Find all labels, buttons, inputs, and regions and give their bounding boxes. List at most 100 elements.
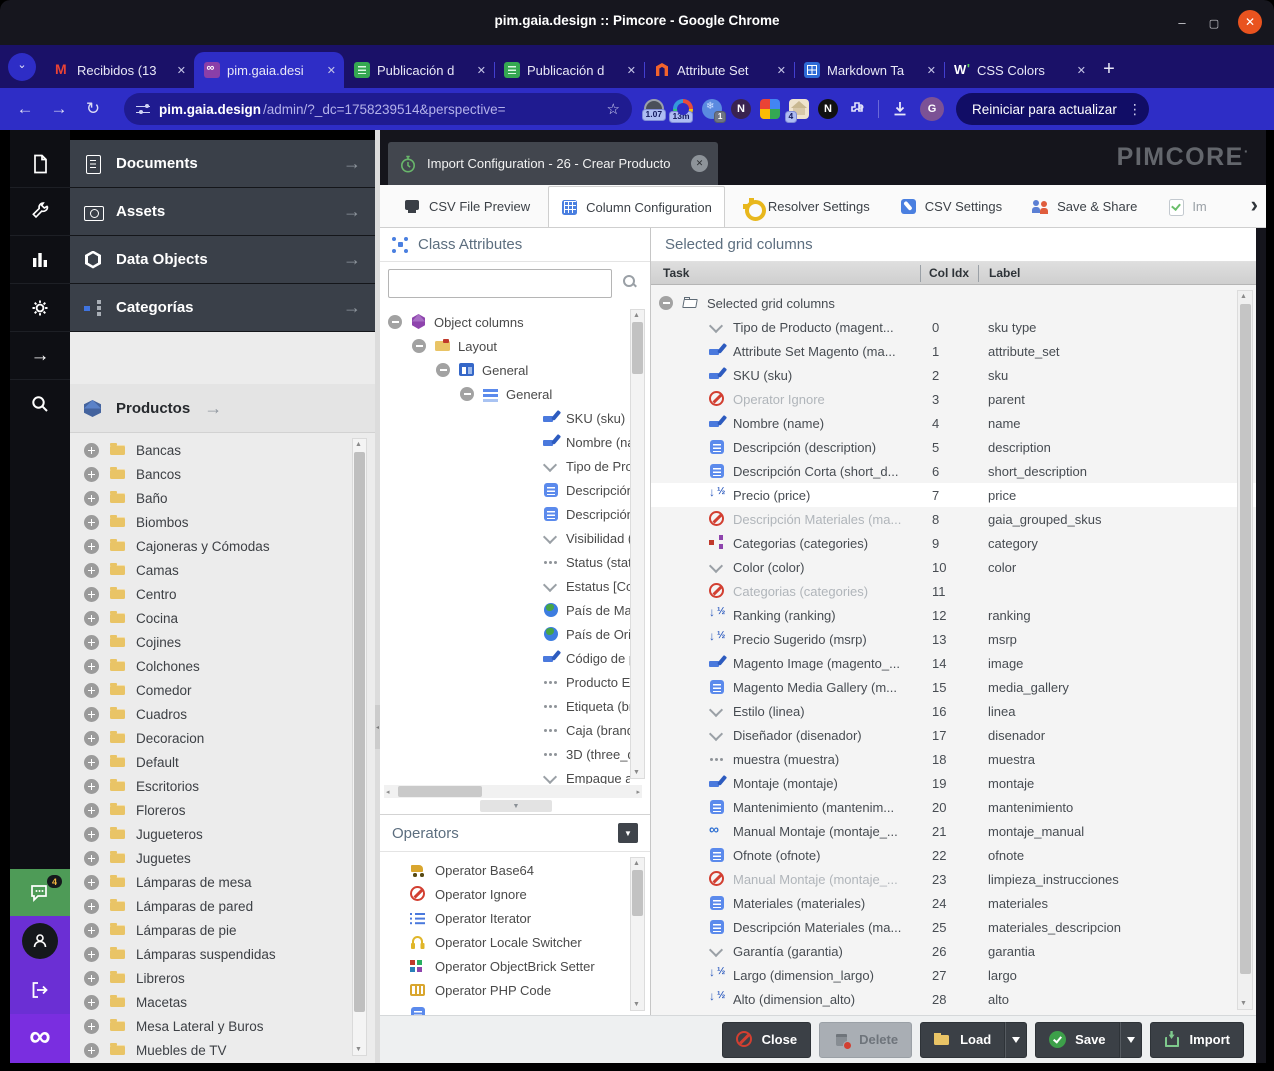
collapse-minus-icon[interactable] (520, 602, 537, 618)
folder-tree-item[interactable]: Juguetes (70, 846, 375, 870)
folder-tree-item[interactable]: Organizadores y Limpieza (70, 1062, 375, 1063)
folder-tree-item[interactable]: Floreros (70, 798, 375, 822)
grid-root-row[interactable]: Selected grid columns (651, 291, 1256, 315)
subtab[interactable]: Im (1155, 185, 1218, 227)
expand-plus-icon[interactable] (84, 490, 101, 506)
subtab[interactable]: Column Configuration (548, 186, 725, 228)
attribute-tree-row[interactable]: Status (status (380, 550, 630, 574)
collapse-minus-icon[interactable] (436, 362, 453, 378)
folder-tree-item[interactable]: Cuadros (70, 702, 375, 726)
scroll-down-icon[interactable] (355, 1046, 362, 1053)
footer-button[interactable]: Save (1035, 1022, 1119, 1058)
expand-plus-icon[interactable] (84, 802, 101, 818)
folder-tree-item[interactable]: Default (70, 750, 375, 774)
grid-column-row[interactable]: Diseñador (disenador) 17 disenador (651, 723, 1256, 747)
search-icon[interactable] (623, 275, 637, 289)
scrollbar-thumb[interactable] (1240, 304, 1251, 974)
folder-tree-item[interactable]: Lámparas suspendidas (70, 942, 375, 966)
collapse-minus-icon[interactable] (520, 674, 537, 690)
restart-to-update-button[interactable]: Reiniciar para actualizar (956, 93, 1149, 125)
n-extension-icon[interactable] (731, 99, 751, 119)
tab-close-icon[interactable] (177, 64, 186, 77)
reload-icon[interactable] (76, 99, 110, 119)
forward-icon[interactable] (42, 99, 76, 119)
collapse-minus-icon[interactable] (520, 722, 537, 738)
grid-column-row[interactable]: Descripción (description) 5 description (651, 435, 1256, 459)
collapse-operators-icon[interactable] (618, 823, 638, 843)
expand-plus-icon[interactable] (84, 754, 101, 770)
grid-column-row[interactable]: Categorias (categories) 9 category (651, 531, 1256, 555)
collapse-minus-icon[interactable] (520, 410, 537, 426)
operator-item[interactable] (380, 1002, 630, 1015)
sidebar-section[interactable]: Assets (70, 188, 375, 236)
grid-column-row[interactable]: Nombre (name) 4 name (651, 411, 1256, 435)
operator-item[interactable]: Operator Ignore (380, 882, 630, 906)
footer-button[interactable]: Import (1150, 1022, 1244, 1058)
grid-column-row[interactable]: Color (color) 10 color (651, 555, 1256, 579)
operator-item[interactable]: Operator Iterator (380, 906, 630, 930)
sidebar-section[interactable]: Categorías (70, 284, 375, 332)
browser-tab[interactable]: Recibidos (13 (44, 52, 194, 88)
operator-item[interactable]: Operator PHP Code (380, 978, 630, 1002)
rail-user-icon[interactable] (10, 916, 70, 966)
attribute-tree-row[interactable]: SKU (sku) (380, 406, 630, 430)
rail-settings-gear-icon[interactable] (10, 284, 70, 332)
collapse-minus-icon[interactable] (520, 530, 537, 546)
rail-maximize-arrow-icon[interactable] (10, 332, 70, 380)
grid-column-row[interactable]: Materiales (materiales) 24 materiales (651, 891, 1256, 915)
expand-plus-icon[interactable] (84, 970, 101, 986)
tab-search-icon[interactable] (8, 53, 36, 81)
subtab[interactable]: CSV Settings (888, 185, 1014, 227)
collapse-panel-handle[interactable] (480, 800, 552, 812)
close-window-button[interactable] (1238, 10, 1262, 34)
attribute-tree-row[interactable]: País de Orige (380, 622, 630, 646)
rail-search-icon[interactable] (10, 380, 70, 428)
grid-column-row[interactable]: Largo (dimension_largo) 27 largo (651, 963, 1256, 987)
folder-tree-item[interactable]: Lámparas de pared (70, 894, 375, 918)
attribute-tree-row[interactable]: Empaque act (380, 766, 630, 784)
attributes-vertical-scrollbar[interactable] (630, 309, 645, 779)
usage-extension-icon[interactable]: 13m (673, 99, 693, 119)
rail-tools-wrench-icon[interactable] (10, 188, 70, 236)
open-panel-arrow-icon[interactable] (343, 249, 361, 270)
expand-plus-icon[interactable] (84, 538, 101, 554)
expand-plus-icon[interactable] (84, 826, 101, 842)
import-configuration-tab[interactable]: Import Configuration - 26 - Crear Produc… (388, 142, 718, 185)
browser-tab[interactable]: Markdown Ta (794, 52, 944, 88)
footer-button[interactable]: Load (920, 1022, 1005, 1058)
dropdown-caret-icon[interactable] (1005, 1022, 1027, 1058)
home-extension-icon[interactable]: 4 (789, 99, 809, 119)
column-header-label[interactable]: Label (979, 266, 1256, 280)
grid-column-row[interactable]: Descripción Corta (short_d... 6 short_de… (651, 459, 1256, 483)
open-panel-arrow-icon[interactable] (343, 201, 361, 222)
grid-column-row[interactable]: Tipo de Producto (magent... 0 sku type (651, 315, 1256, 339)
subtab[interactable]: Resolver Settings (731, 185, 882, 227)
maximize-button[interactable] (1206, 15, 1222, 30)
grid-column-row[interactable]: Categorias (categories) 11 (651, 579, 1256, 603)
attribute-tree-row[interactable]: Layout (380, 334, 630, 358)
folder-tree-item[interactable]: Bancos (70, 462, 375, 486)
footer-button[interactable]: Close (722, 1022, 811, 1058)
tab-close-icon[interactable] (1077, 64, 1086, 77)
bookmark-star-icon[interactable] (607, 100, 620, 118)
open-panel-arrow-icon[interactable] (204, 398, 222, 419)
scroll-up-icon[interactable] (355, 441, 362, 448)
collapse-minus-icon[interactable] (520, 554, 537, 570)
grid-column-row[interactable]: Descripción Materiales (ma... 25 materia… (651, 915, 1256, 939)
folder-tree-item[interactable]: Mesa Lateral y Buros (70, 1014, 375, 1038)
sidebar-scrollbar[interactable] (352, 438, 367, 1056)
collapse-minus-icon[interactable] (659, 295, 676, 311)
notion-extension-icon[interactable] (818, 99, 838, 119)
grid-column-row[interactable]: Precio (price) 7 price (651, 483, 1256, 507)
collapse-minus-icon[interactable] (520, 482, 537, 498)
browser-tab[interactable]: pim.gaia.desi (194, 52, 344, 88)
folder-tree-item[interactable]: Cocina (70, 606, 375, 630)
folder-tree-item[interactable]: Muebles de TV (70, 1038, 375, 1062)
expand-plus-icon[interactable] (84, 898, 101, 914)
grid-column-row[interactable]: Attribute Set Magento (ma... 1 attribute… (651, 339, 1256, 363)
browser-tab[interactable]: Publicación d (494, 52, 644, 88)
operator-item[interactable]: Operator Locale Switcher (380, 930, 630, 954)
open-panel-arrow-icon[interactable] (343, 297, 361, 318)
attribute-tree-row[interactable]: Descripción ( (380, 502, 630, 526)
scroll-up-icon[interactable] (633, 860, 640, 867)
